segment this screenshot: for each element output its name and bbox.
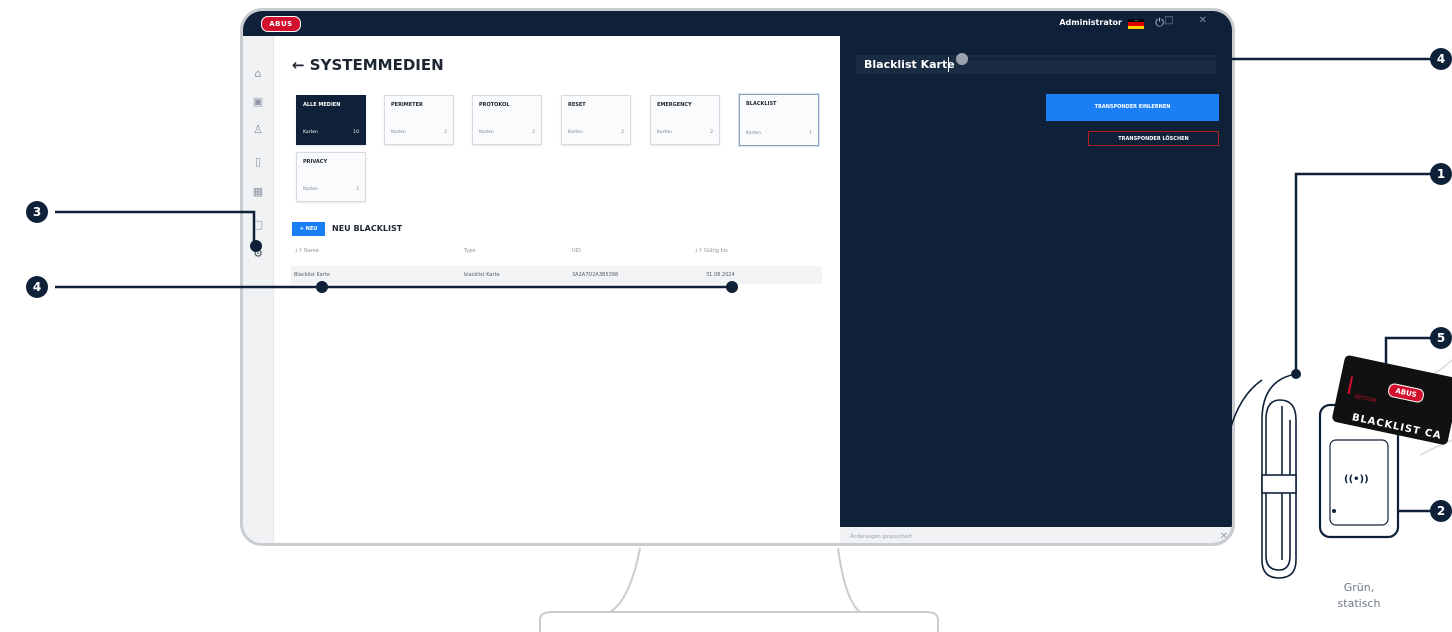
callout-dot-settings [250,240,262,252]
illustration-overlay [55,53,1452,632]
callout-dot-cell-date [726,281,738,293]
callout-badge-4-left: 4 [26,276,48,298]
nfc-icon: ((•)) [1344,474,1369,485]
callout-dot-cell-name [316,281,328,293]
callout-dots [250,53,1391,518]
callout-lines [55,57,1432,513]
callout-badge-4-top: 4 [1430,48,1452,70]
monitor-stand [539,547,939,632]
led-caption-line2: statisch [1337,597,1381,610]
callout-badge-1: 1 [1430,163,1452,185]
callout-dot-name-field [956,53,968,65]
led-caption-line1: Grün, [1343,581,1375,594]
led-caption: Grün, statisch [1323,580,1395,612]
callout-badge-2: 2 [1430,500,1452,522]
callout-badge-5: 5 [1430,327,1452,349]
callout-badge-3: 3 [26,201,48,223]
usb-cable [1229,373,1297,579]
